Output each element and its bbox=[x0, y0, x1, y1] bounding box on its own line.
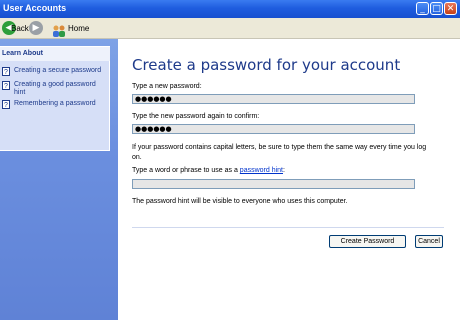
sidebar-item-label: Creating a secure password bbox=[14, 67, 102, 74]
maximize-button[interactable]: □ bbox=[430, 2, 443, 15]
confirm-password-label: Type the new password again to confirm: bbox=[132, 113, 260, 120]
back-label: Back bbox=[11, 24, 29, 33]
password-hint-field[interactable] bbox=[132, 179, 415, 189]
toolbar: ◀ Back ▶ Home bbox=[0, 18, 460, 39]
main-panel: Create a password for your account Type … bbox=[118, 39, 460, 320]
sidebar: Learn About ? Creating a secure password… bbox=[0, 39, 118, 320]
new-password-field[interactable]: ●●●●●● bbox=[132, 94, 415, 104]
cancel-button[interactable]: Cancel bbox=[415, 235, 443, 248]
home-label: Home bbox=[68, 24, 90, 33]
page-title: Create a password for your account bbox=[132, 56, 401, 74]
learn-about-title: Learn About bbox=[0, 47, 110, 61]
hint-label-suffix: : bbox=[283, 167, 285, 174]
caps-note: If your password contains capital letter… bbox=[132, 144, 427, 161]
sidebar-item-label: Remembering a password bbox=[14, 100, 96, 107]
help-icon: ? bbox=[2, 81, 10, 90]
hint-label: Type a word or phrase to use as a passwo… bbox=[132, 167, 285, 174]
sidebar-item-password-hint[interactable]: ? Creating a good password hint bbox=[2, 81, 106, 99]
close-button[interactable]: ✕ bbox=[444, 2, 457, 15]
minimize-button[interactable]: _ bbox=[416, 2, 429, 15]
learn-about-panel: Learn About ? Creating a secure password… bbox=[0, 46, 110, 151]
confirm-password-field[interactable]: ●●●●●● bbox=[132, 124, 415, 134]
back-button[interactable]: ◀ Back bbox=[2, 21, 29, 36]
help-icon: ? bbox=[2, 100, 10, 109]
forward-arrow-icon[interactable]: ▶ bbox=[29, 21, 43, 35]
divider bbox=[132, 227, 444, 228]
create-password-button[interactable]: Create Password bbox=[329, 235, 406, 248]
users-icon bbox=[52, 22, 66, 37]
window-title: User Accounts bbox=[3, 3, 67, 13]
hint-label-prefix: Type a word or phrase to use as a bbox=[132, 167, 240, 174]
hint-visibility-note: The password hint will be visible to eve… bbox=[132, 198, 348, 205]
new-password-label: Type a new password: bbox=[132, 83, 202, 90]
password-hint-link[interactable]: password hint bbox=[240, 167, 283, 174]
title-bar: User Accounts _ □ ✕ bbox=[0, 0, 460, 18]
sidebar-item-label: Creating a good password hint bbox=[14, 81, 96, 96]
home-button[interactable]: Home bbox=[52, 21, 92, 37]
help-icon: ? bbox=[2, 67, 10, 76]
